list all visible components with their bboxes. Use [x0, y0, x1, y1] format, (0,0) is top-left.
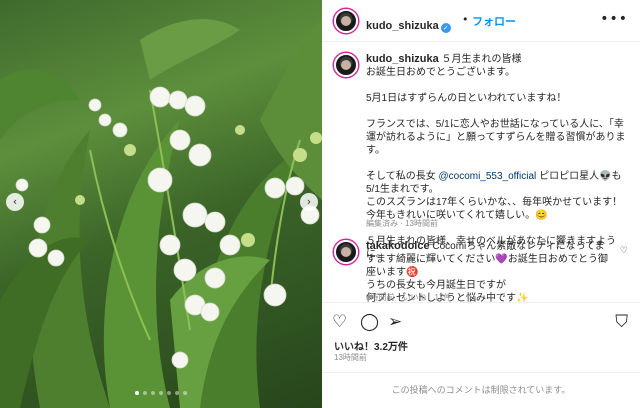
post-photo[interactable]: ‹ › — [0, 0, 322, 408]
author-avatar[interactable] — [334, 9, 358, 33]
carousel-dot[interactable] — [151, 391, 155, 395]
carousel-dot[interactable] — [175, 391, 179, 395]
share-icon[interactable]: ➢ — [388, 312, 402, 332]
author-username[interactable]: kudo_shizuka — [366, 20, 439, 32]
post-side-panel: kudo_shizuka ✓ • フォロー ••• kudo_shizuka ５月… — [322, 0, 640, 408]
caption-line-2: 5月1日はすずらんの日といわれていますね！ — [366, 93, 567, 104]
carousel-dot[interactable] — [159, 391, 163, 395]
comments-area[interactable]: kudo_shizuka ５月生まれの皆様 お誕生日おめでとうございます。 5月… — [322, 42, 640, 302]
caption-daughter-prefix: そして私の長女 — [366, 171, 439, 182]
header-separator: • — [462, 13, 469, 26]
comments-restricted-notice: この投稿へのコメントは制限されています。 — [322, 372, 640, 408]
carousel-dot[interactable] — [167, 391, 171, 395]
carousel-dot[interactable] — [183, 391, 187, 395]
carousel-dot[interactable] — [135, 391, 139, 395]
commenter-avatar[interactable] — [334, 240, 358, 264]
comment-like-icon[interactable]: ♡ — [620, 246, 628, 256]
bookmark-icon[interactable]: ⛉ — [615, 312, 628, 332]
like-count[interactable]: いいね！3.2万件 — [334, 338, 408, 353]
carousel-prev-button[interactable]: ‹ — [6, 193, 24, 211]
author-name-row: kudo_shizuka ✓ — [366, 14, 451, 33]
post-modal: ‹ › kudo_shizuka ✓ • フォロー ••• kudo_shizuk… — [0, 0, 640, 408]
caption-author-avatar[interactable] — [334, 53, 358, 77]
comment-icon[interactable]: ◯ — [360, 312, 379, 332]
action-bar: ♡ ◯ ➢ ⛉ — [322, 302, 640, 340]
comment-likes[interactable]: いいね！17件 — [402, 293, 451, 302]
caption-author-username[interactable]: kudo_shizuka — [366, 53, 439, 65]
carousel-dots — [0, 391, 322, 395]
post-header: kudo_shizuka ✓ • フォロー ••• — [322, 0, 640, 42]
like-icon[interactable]: ♡ — [332, 312, 347, 332]
commenter-username[interactable]: takakodolce — [366, 240, 430, 252]
carousel-dot[interactable] — [143, 391, 147, 395]
follow-button[interactable]: フォロー — [472, 13, 516, 29]
comment-meta: 8時間前 いいね！17件 — [366, 292, 459, 302]
lily-of-the-valley-image — [0, 19, 322, 408]
caption-mention-link[interactable]: @cocomi_553_official — [438, 171, 536, 182]
caption-meta: 編集済み · 13時間前 — [366, 219, 439, 228]
carousel-next-button[interactable]: › — [300, 193, 318, 211]
more-options-icon[interactable]: ••• — [600, 11, 628, 27]
comment-time: 8時間前 — [366, 293, 395, 302]
caption-line-3: フランスでは、5/1に恋人やお世話になっている人に、「幸運が訪れるように」と願っ… — [366, 119, 626, 156]
post-time: 13時間前 — [334, 353, 367, 362]
verified-icon: ✓ — [440, 23, 451, 33]
